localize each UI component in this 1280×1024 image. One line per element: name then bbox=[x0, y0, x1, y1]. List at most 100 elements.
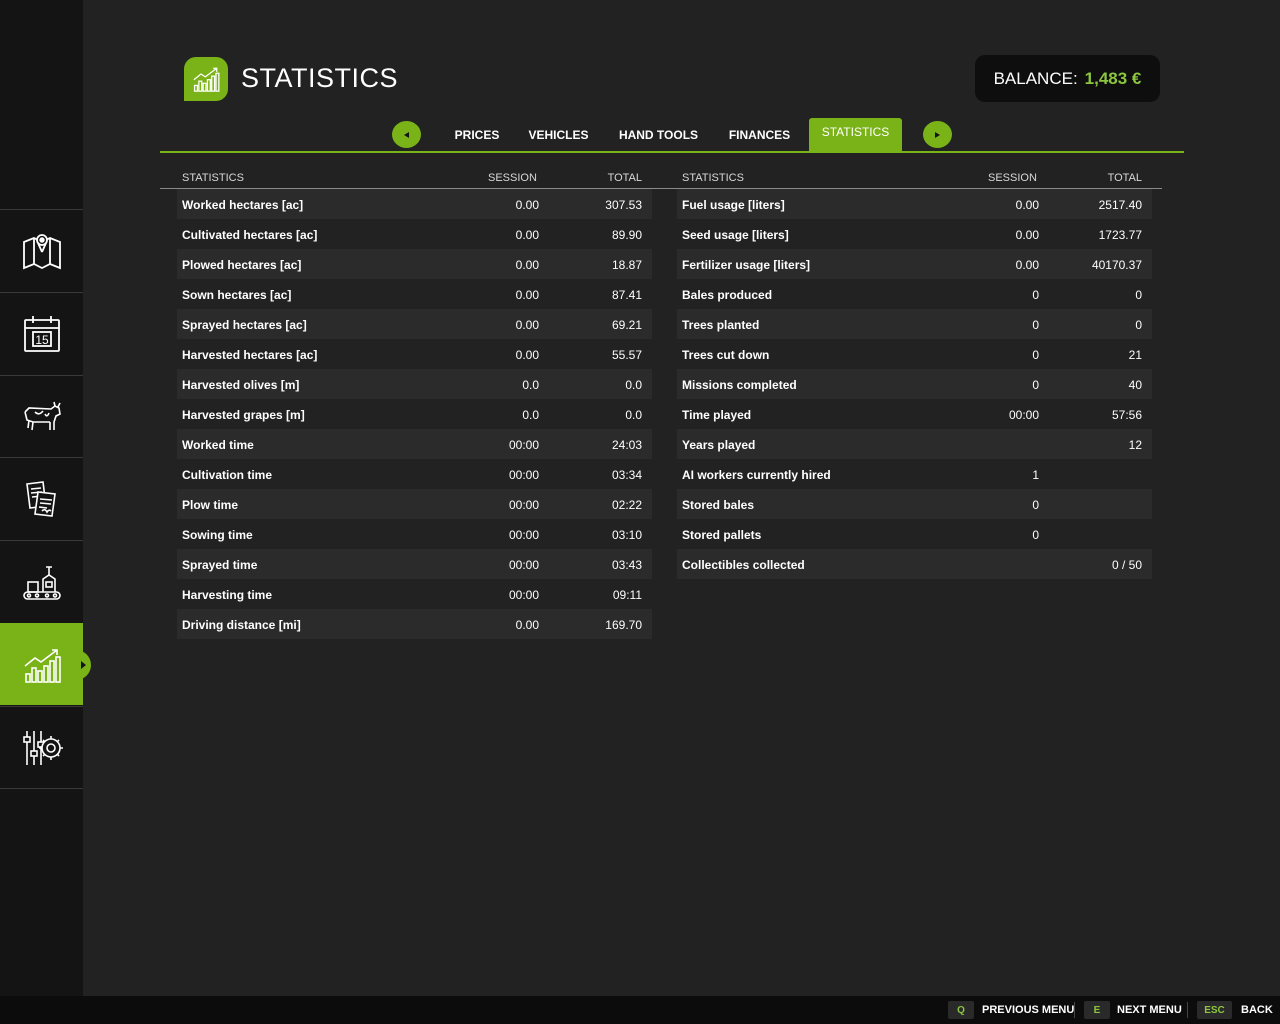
stat-total-value: 57:56 bbox=[1111, 408, 1142, 422]
stat-total-value: 18.87 bbox=[611, 258, 642, 272]
statistics-header-icon bbox=[184, 57, 228, 101]
stat-name: Years played bbox=[682, 438, 756, 452]
table-row: Bales produced 0 0 bbox=[660, 279, 1162, 309]
table-body: Worked hectares [ac] 0.00 307.53 Cultivated… bbox=[160, 189, 662, 639]
stat-total-value: 1723.77 bbox=[1098, 228, 1142, 242]
balance-display: BALANCE: 1,483 € bbox=[975, 55, 1160, 102]
stat-session-value: 0.00 bbox=[1015, 198, 1039, 212]
contracts-icon bbox=[25, 480, 56, 517]
tab-next-button[interactable] bbox=[923, 121, 952, 148]
table-row: Harvested olives [m] 0.0 0.0 bbox=[160, 369, 662, 399]
sidebar-divider bbox=[0, 788, 83, 789]
table-header: STATISTICS SESSION TOTAL bbox=[160, 165, 662, 189]
tab-vehicles[interactable]: VEHICLES bbox=[522, 118, 595, 152]
key-e[interactable]: E bbox=[1084, 1001, 1110, 1019]
stat-total-value: 03:10 bbox=[611, 528, 642, 542]
stat-name: Collectibles collected bbox=[682, 558, 805, 572]
balance-value: 1,483 € bbox=[1084, 68, 1142, 88]
key-esc[interactable]: ESC bbox=[1197, 1001, 1232, 1019]
table-row: Worked hectares [ac] 0.00 307.53 bbox=[160, 189, 662, 219]
table-row: Driving distance [mi] 0.00 169.70 bbox=[160, 609, 662, 639]
back-label[interactable]: BACK bbox=[1241, 1004, 1273, 1016]
header-statistics: STATISTICS bbox=[182, 172, 244, 184]
stat-name: Bales produced bbox=[682, 288, 773, 302]
header-session: SESSION bbox=[488, 172, 537, 184]
tab-hand-tools[interactable]: HAND TOOLS bbox=[610, 118, 707, 152]
tab-prices[interactable]: PRICES bbox=[446, 118, 508, 152]
sidebar-item-animals[interactable] bbox=[0, 375, 83, 457]
stat-total-value: 02:22 bbox=[611, 498, 642, 512]
table-row: Stored bales 0 bbox=[660, 489, 1162, 519]
tab-statistics[interactable]: STATISTICS bbox=[809, 118, 902, 152]
key-q[interactable]: Q bbox=[948, 1001, 974, 1019]
table-row: Sprayed time 00:00 03:43 bbox=[160, 549, 662, 579]
table-row: Trees planted 0 0 bbox=[660, 309, 1162, 339]
animals-icon bbox=[23, 401, 61, 430]
stat-name: Harvested olives [m] bbox=[182, 378, 300, 392]
stat-total-value: 24:03 bbox=[611, 438, 642, 452]
stat-total-value: 87.41 bbox=[611, 288, 642, 302]
footer-divider bbox=[1187, 1002, 1188, 1018]
stat-name: Sprayed hectares [ac] bbox=[182, 318, 307, 332]
header-session: SESSION bbox=[988, 172, 1037, 184]
stat-session-value: 0 bbox=[1032, 318, 1039, 332]
stat-total-value: 0.0 bbox=[625, 408, 642, 422]
sidebar: 15 bbox=[0, 0, 91, 996]
stat-session-value: 00:00 bbox=[508, 468, 539, 482]
stat-session-value: 00:00 bbox=[508, 528, 539, 542]
sidebar-item-settings[interactable] bbox=[0, 706, 83, 788]
table-body: Fuel usage [liters] 0.00 2517.40 Seed usage… bbox=[660, 189, 1162, 579]
calendar-icon: 15 bbox=[23, 315, 60, 352]
stat-name: Fuel usage [liters] bbox=[682, 198, 785, 212]
sidebar-item-production[interactable] bbox=[0, 540, 83, 622]
stat-total-value: 40 bbox=[1128, 378, 1142, 392]
stat-total-value: 0.0 bbox=[625, 378, 642, 392]
statistics-table-left: STATISTICS SESSION TOTAL Worked hectares… bbox=[160, 165, 662, 639]
table-row: Missions completed 0 40 bbox=[660, 369, 1162, 399]
stat-session-value: 0.00 bbox=[515, 618, 539, 632]
sidebar-item-calendar[interactable]: 15 bbox=[0, 292, 83, 374]
stat-name: Time played bbox=[682, 408, 752, 422]
page-title: STATISTICS bbox=[241, 63, 399, 93]
next-menu-label[interactable]: NEXT MENU bbox=[1117, 1004, 1182, 1016]
sidebar-item-statistics[interactable] bbox=[0, 623, 91, 705]
table-row: Fertilizer usage [liters] 0.00 40170.37 bbox=[660, 249, 1162, 279]
table-row: Harvested grapes [m] 0.0 0.0 bbox=[160, 399, 662, 429]
stat-name: Sown hectares [ac] bbox=[182, 288, 292, 302]
tab-finances[interactable]: FINANCES bbox=[722, 118, 797, 152]
tab-underline bbox=[160, 151, 1184, 153]
previous-menu-label[interactable]: PREVIOUS MENU bbox=[982, 1004, 1074, 1016]
stat-total-value: 21 bbox=[1128, 348, 1142, 362]
stat-name: Sprayed time bbox=[182, 558, 258, 572]
stat-session-value: 00:00 bbox=[1008, 408, 1039, 422]
stat-name: Fertilizer usage [liters] bbox=[682, 258, 811, 272]
tab-prev-button[interactable] bbox=[392, 121, 421, 148]
stat-session-value: 0.00 bbox=[1015, 258, 1039, 272]
stat-name: Seed usage [liters] bbox=[682, 228, 789, 242]
row-background bbox=[177, 489, 652, 519]
stat-session-value: 0.0 bbox=[522, 408, 539, 422]
stat-total-value: 307.53 bbox=[605, 198, 642, 212]
table-row: Seed usage [liters] 0.00 1723.77 bbox=[660, 219, 1162, 249]
sidebar-item-contracts[interactable] bbox=[0, 457, 83, 539]
calendar-day: 15 bbox=[35, 333, 49, 347]
stat-name: Harvested grapes [m] bbox=[182, 408, 305, 422]
stat-session-value: 00:00 bbox=[508, 588, 539, 602]
production-icon bbox=[22, 565, 61, 600]
table-row: Sown hectares [ac] 0.00 87.41 bbox=[160, 279, 662, 309]
stat-total-value: 12 bbox=[1128, 438, 1142, 452]
stat-session-value: 00:00 bbox=[508, 498, 539, 512]
stat-total-value: 40170.37 bbox=[1091, 258, 1142, 272]
stat-total-value: 169.70 bbox=[605, 618, 642, 632]
table-row: Sprayed hectares [ac] 0.00 69.21 bbox=[160, 309, 662, 339]
sidebar-item-map[interactable] bbox=[0, 209, 83, 291]
chart-icon bbox=[193, 67, 220, 92]
stat-total-value: 0 bbox=[1135, 318, 1142, 332]
stat-total-value: 89.90 bbox=[611, 228, 642, 242]
footer-bar: Q PREVIOUS MENU E NEXT MENU ESC BACK bbox=[0, 996, 1280, 1024]
stat-name: Driving distance [mi] bbox=[182, 618, 301, 632]
stat-total-value: 2517.40 bbox=[1098, 198, 1142, 212]
statistics-table-right: STATISTICS SESSION TOTAL Fuel usage [lit… bbox=[660, 165, 1162, 579]
header-total: TOTAL bbox=[607, 172, 642, 184]
stat-name: Stored pallets bbox=[682, 528, 762, 542]
